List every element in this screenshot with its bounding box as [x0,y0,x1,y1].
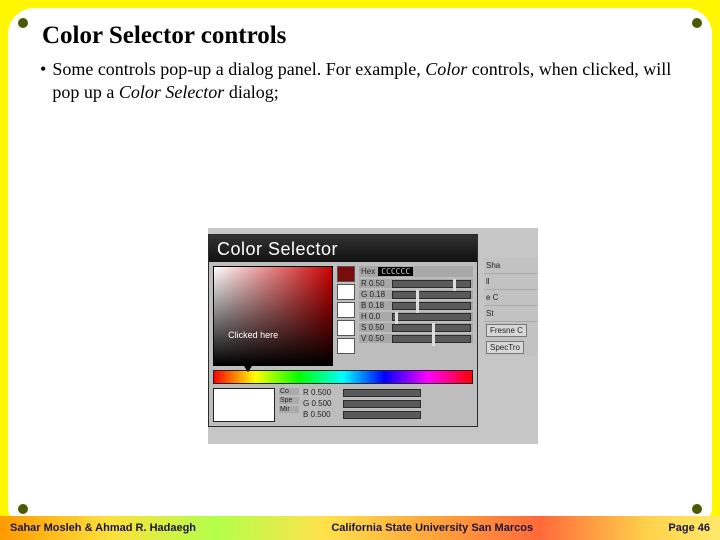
bottom-r-label: R 0.500 [303,388,339,397]
bullet-italic-colorselector: Color Selector [119,82,225,102]
saturation-value-box[interactable]: Clicked here [213,266,333,366]
corner-dot-br [692,504,702,514]
dialog-bottom: Co Spe Mir R 0.500 G 0.500 B 0.500 [209,388,477,426]
bullet-italic-color: Color [425,59,467,79]
slider-s[interactable] [392,324,471,332]
corner-dot-tr [692,18,702,28]
footer-university: California State University San Marcos [196,522,668,534]
channel-v: V 0.50 [359,334,473,343]
hex-label: Hex [361,267,375,276]
footer-page: Page 46 [668,522,710,534]
slider-g[interactable] [392,291,471,299]
bottom-slider-r[interactable] [343,389,421,397]
slider-r[interactable] [392,280,471,288]
bottom-b-label: B 0.500 [303,410,339,419]
bullet-item: • Some controls pop-up a dialog panel. F… [40,58,688,103]
swatch-column [337,266,355,366]
swatch[interactable] [337,302,355,318]
dialog-title: Color Selector [209,235,477,262]
sublabel-mir: Mir [279,406,299,413]
footer: Sahar Mosleh & Ahmad R. Hadaegh Californ… [0,516,720,540]
bullet-t3: dialog; [224,82,279,102]
bottom-rgb: R 0.500 G 0.500 B 0.500 [303,388,421,422]
color-selector-dialog: Color Selector Clicked here Hex CCCCCC [208,234,478,427]
preview-swatch[interactable] [213,388,275,422]
slider-v[interactable] [392,335,471,343]
bottom-slider-b[interactable] [343,411,421,419]
screenshot: Sha ll e C St Fresne C SpecTro Color Sel… [208,228,538,444]
bg-label: ll [484,274,538,290]
swatch[interactable] [337,320,355,336]
footer-authors: Sahar Mosleh & Ahmad R. Hadaegh [10,522,196,534]
bottom-labels: Co Spe Mir [279,388,299,422]
bottom-slider-g[interactable] [343,400,421,408]
bg-label: St [484,306,538,322]
channel-h: H 0.0 [359,312,473,321]
bullet-text: Some controls pop-up a dialog panel. For… [52,58,688,103]
sv-click-label: Clicked here [228,330,278,340]
sublabel-col: Co [279,388,299,395]
bottom-g-label: G 0.500 [303,399,339,408]
swatch-current[interactable] [337,266,355,282]
footer-page-number: 46 [698,522,710,534]
channel-b: B 0.18 [359,301,473,310]
swatch[interactable] [337,284,355,300]
slider-b[interactable] [392,302,471,310]
hue-strip[interactable] [213,370,473,384]
channel-s: S 0.50 [359,323,473,332]
bullet-mark: • [40,58,46,103]
sublabel-spec: Spe [279,397,299,404]
slider-h[interactable] [392,313,471,321]
footer-page-label: Page [668,522,694,534]
bg-button-spectro[interactable]: SpecTro [486,341,524,354]
corner-dot-bl [18,504,28,514]
bg-button-fresnel[interactable]: Fresne C [486,324,527,337]
channel-readouts: Hex CCCCCC R 0.50 G 0.18 B 0.18 H 0.0 S … [359,266,473,366]
hex-row: Hex CCCCCC [359,266,473,277]
bg-label: e C [484,290,538,306]
hue-pointer-icon [244,366,252,372]
bg-label: Sha [484,258,538,274]
background-ui-panel: Sha ll e C St Fresne C SpecTro [484,258,538,356]
page-title: Color Selector controls [42,22,688,50]
slide-card: Color Selector controls • Some controls … [8,8,712,532]
channel-g: G 0.18 [359,290,473,299]
bullet-t1: Some controls pop-up a dialog panel. For… [52,59,425,79]
swatch[interactable] [337,338,355,354]
corner-dot-tl [18,18,28,28]
hex-value[interactable]: CCCCCC [378,267,413,276]
channel-r: R 0.50 [359,279,473,288]
